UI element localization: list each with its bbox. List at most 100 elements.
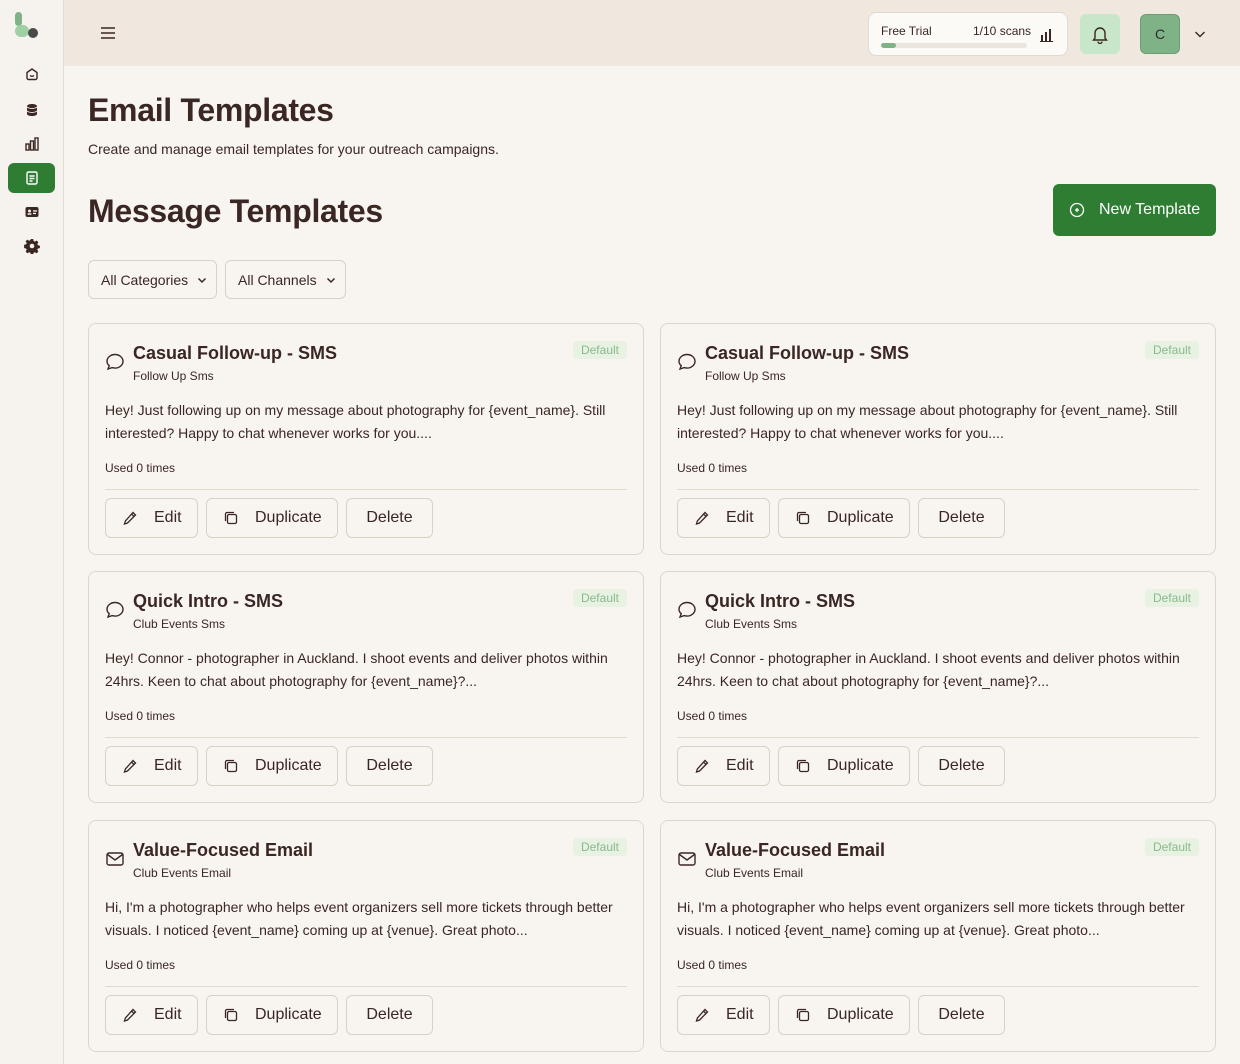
bar-chart-icon <box>24 137 39 151</box>
sidebar-item-analytics[interactable] <box>8 129 55 159</box>
sidebar-item-settings[interactable] <box>8 231 55 261</box>
envelope-icon <box>106 852 124 866</box>
usage-count: Used 0 times <box>677 958 748 972</box>
edit-button[interactable]: Edit <box>677 498 770 538</box>
edit-button[interactable]: Edit <box>677 746 770 786</box>
app-logo[interactable] <box>14 12 40 40</box>
page-title: Email Templates <box>88 92 334 128</box>
template-category: Follow Up Sms <box>705 369 786 383</box>
chat-bubble-icon <box>106 601 124 619</box>
edit-button[interactable]: Edit <box>105 746 198 786</box>
page-subtitle: Create and manage email templates for yo… <box>88 141 499 157</box>
template-preview: Hi, I'm a photographer who helps event o… <box>677 899 1185 938</box>
delete-button[interactable]: Delete <box>918 746 1005 786</box>
delete-label: Delete <box>938 757 985 774</box>
copy-icon <box>796 511 810 525</box>
delete-label: Delete <box>366 509 413 526</box>
edit-button[interactable]: Edit <box>677 995 770 1035</box>
duplicate-button[interactable]: Duplicate <box>206 995 338 1035</box>
channel-select-value: All Channels <box>238 271 317 288</box>
template-preview: Hey! Just following up on my message abo… <box>677 402 1178 441</box>
delete-button[interactable]: Delete <box>918 995 1005 1035</box>
sidebar-item-home[interactable] <box>8 59 55 89</box>
template-card: Value-Focused Email Club Events Email Defa… <box>88 820 644 1052</box>
new-template-button[interactable]: New Template <box>1053 184 1216 236</box>
chevron-down-icon[interactable] <box>1192 26 1208 42</box>
pencil-icon <box>123 511 137 526</box>
template-card: Casual Follow-up - SMS Follow Up Sms Defau… <box>660 323 1216 555</box>
chevron-down-icon <box>326 277 336 284</box>
pencil-icon <box>695 1008 709 1023</box>
template-title: Quick Intro - SMS <box>133 591 284 611</box>
template-preview: Hey! Connor - photographer in Auckland. … <box>105 650 608 689</box>
sidebar-item-templates[interactable] <box>8 163 55 193</box>
delete-button[interactable]: Delete <box>346 498 433 538</box>
duplicate-label: Duplicate <box>827 1006 894 1023</box>
bell-icon <box>1092 27 1108 44</box>
pencil-icon <box>695 759 709 774</box>
usage-count: Used 0 times <box>105 958 176 972</box>
home-icon <box>25 68 38 81</box>
envelope-icon <box>678 852 696 866</box>
template-category: Club Events Sms <box>705 617 798 631</box>
template-card: Value-Focused Email Club Events Email Defa… <box>660 820 1216 1052</box>
duplicate-button[interactable]: Duplicate <box>778 995 910 1035</box>
gear-icon <box>23 239 40 254</box>
delete-label: Delete <box>366 757 413 774</box>
duplicate-button[interactable]: Duplicate <box>778 746 910 786</box>
usage-count: Used 0 times <box>105 461 176 475</box>
edit-label: Edit <box>154 757 182 774</box>
template-title: Value-Focused Email <box>705 840 886 860</box>
template-category: Club Events Email <box>133 866 232 880</box>
trial-label: Free Trial <box>881 24 932 38</box>
edit-button[interactable]: Edit <box>105 995 198 1035</box>
category-select-value: All Categories <box>101 271 189 288</box>
card-divider <box>105 489 627 490</box>
pencil-icon <box>695 511 709 526</box>
sidebar-item-database[interactable] <box>8 95 55 125</box>
document-icon <box>25 171 38 185</box>
default-badge: Default <box>1144 838 1199 856</box>
notifications-button[interactable] <box>1080 14 1120 54</box>
card-divider <box>677 489 1199 490</box>
free-trial-widget[interactable]: Free Trial 1/10 scans <box>868 12 1068 56</box>
template-card: Quick Intro - SMS Club Events Sms Default H… <box>88 571 644 803</box>
template-title: Quick Intro - SMS <box>705 591 856 611</box>
duplicate-button[interactable]: Duplicate <box>206 746 338 786</box>
user-avatar[interactable]: C <box>1140 14 1180 54</box>
duplicate-label: Duplicate <box>255 757 322 774</box>
channel-select[interactable]: All Channels <box>225 260 346 299</box>
template-category: Club Events Email <box>705 866 804 880</box>
default-badge: Default <box>572 341 627 359</box>
template-preview: Hi, I'm a photographer who helps event o… <box>105 899 613 938</box>
template-title: Casual Follow-up - SMS <box>705 343 910 363</box>
delete-label: Delete <box>366 1006 413 1023</box>
duplicate-button[interactable]: Duplicate <box>778 498 910 538</box>
edit-label: Edit <box>154 509 182 526</box>
duplicate-label: Duplicate <box>255 1006 322 1023</box>
delete-button[interactable]: Delete <box>346 995 433 1035</box>
card-divider <box>105 986 627 987</box>
template-title: Casual Follow-up - SMS <box>133 343 338 363</box>
duplicate-button[interactable]: Duplicate <box>206 498 338 538</box>
edit-button[interactable]: Edit <box>105 498 198 538</box>
sidebar-item-contacts[interactable] <box>8 197 55 227</box>
menu-toggle-button[interactable] <box>98 22 118 44</box>
usage-count: Used 0 times <box>105 709 176 723</box>
sidebar <box>0 0 64 1064</box>
topbar: Free Trial 1/10 scans C <box>64 0 1240 66</box>
trial-progress-bar <box>881 43 1027 48</box>
template-preview: Hey! Connor - photographer in Auckland. … <box>677 650 1180 689</box>
delete-button[interactable]: Delete <box>346 746 433 786</box>
scan-count: 1/10 scans <box>973 24 1032 38</box>
card-divider <box>105 737 627 738</box>
template-category: Follow Up Sms <box>133 369 214 383</box>
usage-chart-icon <box>1040 29 1053 42</box>
copy-icon <box>224 1008 238 1022</box>
default-badge: Default <box>572 589 627 607</box>
delete-button[interactable]: Delete <box>918 498 1005 538</box>
chevron-down-icon <box>197 277 207 284</box>
template-title: Value-Focused Email <box>133 840 314 860</box>
category-select[interactable]: All Categories <box>88 260 217 299</box>
edit-label: Edit <box>726 757 754 774</box>
